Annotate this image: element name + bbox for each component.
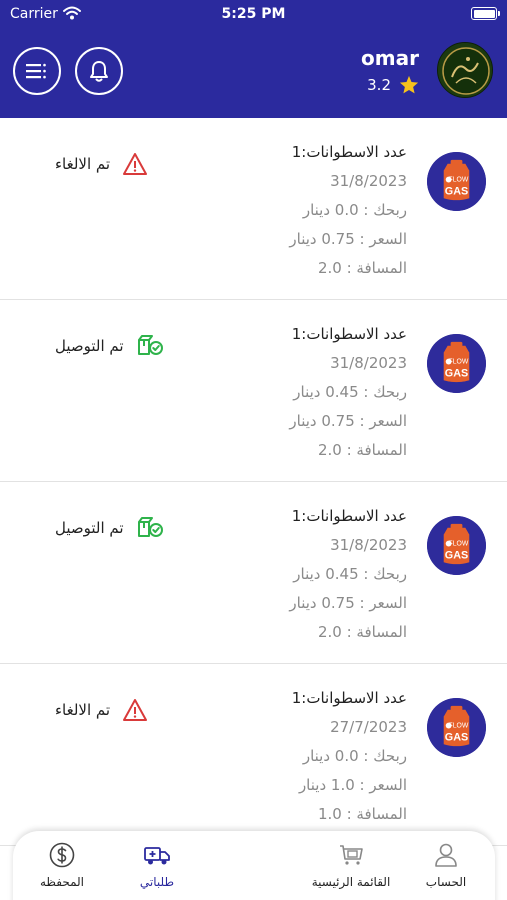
- logo-text-top: FLOW: [449, 359, 469, 366]
- star-icon: [399, 75, 419, 94]
- menu-button[interactable]: [13, 47, 61, 95]
- nav-my-orders-label: طلباتي: [139, 875, 175, 889]
- warning-icon: [123, 153, 148, 175]
- status-label: تم الالغاء: [55, 701, 111, 719]
- user-name: omar: [361, 46, 419, 70]
- order-card[interactable]: FLOW GAS عدد الاسطوانات:1 31/8/2023 ربحك…: [0, 118, 507, 300]
- nav-main-menu[interactable]: القائمة الرئيسية: [296, 841, 406, 889]
- flow-gas-logo: FLOW GAS: [427, 152, 486, 211]
- status-label: تم الالغاء: [55, 155, 111, 173]
- package-check-icon: [137, 335, 163, 355]
- order-price: السعر : 1.0 دينار: [298, 776, 407, 794]
- order-date: 31/8/2023: [330, 354, 407, 372]
- order-status: تم التوصيل: [55, 334, 164, 358]
- rating-value: 3.2: [367, 75, 391, 94]
- flow-gas-logo: FLOW GAS: [427, 334, 486, 393]
- nav-main-menu-label: القائمة الرئيسية: [311, 875, 391, 889]
- order-price: السعر : 0.75 دينار: [289, 230, 407, 248]
- nav-wallet[interactable]: المحفظه: [7, 841, 117, 889]
- order-card[interactable]: FLOW GAS عدد الاسطوانات:1 27/7/2023 ربحك…: [0, 664, 507, 846]
- order-profit: ربحك : 0.45 دينار: [293, 383, 407, 401]
- status-label: تم التوصيل: [55, 519, 124, 537]
- cylinder-count: عدد الاسطوانات:1: [291, 325, 407, 343]
- order-card[interactable]: FLOW GAS عدد الاسطوانات:1 31/8/2023 ربحك…: [0, 482, 507, 664]
- order-status: تم الالغاء: [55, 152, 148, 176]
- delivery-truck-icon: [144, 847, 170, 865]
- order-status: تم التوصيل: [55, 516, 164, 540]
- order-price: السعر : 0.75 دينار: [289, 412, 407, 430]
- warning-icon: [123, 699, 148, 721]
- order-distance: المسافة : 1.0: [317, 805, 407, 823]
- cylinder-count: عدد الاسطوانات:1: [291, 689, 407, 707]
- avatar-image: [438, 43, 492, 97]
- status-label: تم التوصيل: [55, 337, 124, 355]
- order-status: تم الالغاء: [55, 698, 148, 722]
- logo-text-bottom: GAS: [445, 367, 468, 379]
- order-card[interactable]: FLOW GAS عدد الاسطوانات:1 31/8/2023 ربحك…: [0, 300, 507, 482]
- menu-icon: [26, 63, 46, 79]
- avatar[interactable]: [437, 42, 493, 98]
- flow-gas-logo: FLOW GAS: [427, 516, 486, 575]
- order-profit: ربحك : 0.45 دينار: [293, 565, 407, 583]
- notifications-button[interactable]: [75, 47, 123, 95]
- order-distance: المسافة : 2.0: [317, 441, 407, 459]
- cart-icon: [340, 845, 363, 865]
- logo-text-bottom: GAS: [445, 185, 468, 197]
- dollar-circle-icon: [49, 842, 75, 868]
- package-check-icon: [137, 517, 163, 537]
- clock: 5:25 PM: [221, 6, 286, 22]
- logo-text-bottom: GAS: [445, 731, 468, 743]
- order-distance: المسافة : 2.0: [317, 623, 407, 641]
- logo-text-top: FLOW: [449, 723, 469, 730]
- user-icon: [435, 843, 457, 867]
- battery-icon: [471, 7, 500, 20]
- nav-wallet-label: المحفظه: [39, 875, 85, 889]
- nav-account[interactable]: الحساب: [391, 841, 501, 889]
- app-header: omar 3.2: [0, 30, 507, 118]
- order-profit: ربحك : 0.0 دينار: [302, 747, 407, 765]
- nav-my-orders[interactable]: طلباتي: [102, 841, 212, 889]
- order-price: السعر : 0.75 دينار: [289, 594, 407, 612]
- order-date: 31/8/2023: [330, 536, 407, 554]
- status-bar: Carrier 5:25 PM: [0, 0, 507, 30]
- logo-text-bottom: GAS: [445, 549, 468, 561]
- logo-text-top: FLOW: [449, 177, 469, 184]
- orders-list: FLOW GAS عدد الاسطوانات:1 31/8/2023 ربحك…: [0, 118, 507, 846]
- bell-icon: [90, 61, 108, 82]
- bottom-nav: المحفظه طلباتي القائمة الرئيسية الحساب: [13, 831, 495, 900]
- logo-text-top: FLOW: [449, 541, 469, 548]
- order-profit: ربحك : 0.0 دينار: [302, 201, 407, 219]
- order-distance: المسافة : 2.0: [317, 259, 407, 277]
- flow-gas-logo: FLOW GAS: [427, 698, 486, 757]
- order-date: 31/8/2023: [330, 172, 407, 190]
- nav-account-label: الحساب: [425, 875, 467, 889]
- cylinder-count: عدد الاسطوانات:1: [291, 143, 407, 161]
- cylinder-count: عدد الاسطوانات:1: [291, 507, 407, 525]
- user-rating: 3.2: [367, 75, 419, 94]
- order-date: 27/7/2023: [330, 718, 407, 736]
